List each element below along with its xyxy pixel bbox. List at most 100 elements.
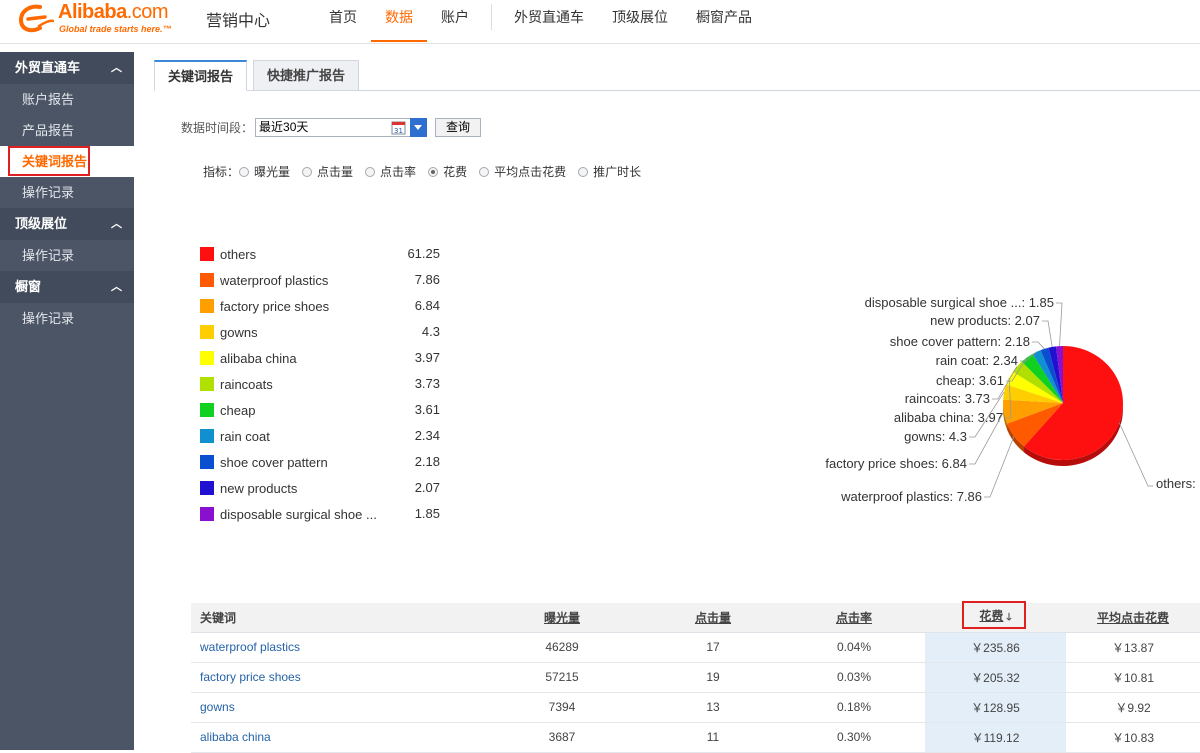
radio-icon[interactable] [578,166,589,177]
tab-quick-promotion-report[interactable]: 快捷推广报告 [253,60,360,91]
alibaba-logo[interactable]: Alibaba.com Global trade starts here.™ [14,1,184,41]
logo-slogan: Global trade starts here.™ [59,24,172,34]
pie-leader-line [1042,320,1053,347]
column-header-cost[interactable]: 花费 🡓 [925,601,1066,633]
logo-suffix: .com [126,1,169,23]
metric-option-label: 点击量 [317,165,354,179]
calendar-icon[interactable]: 31 [391,120,406,135]
legend-swatch [200,403,214,417]
legend-item[interactable]: cheap 3.61 [200,397,440,423]
sidebar-item-keyword-report[interactable]: 关键词报告 [0,146,134,177]
keyword-link[interactable]: waterproof plastics [191,632,481,663]
metric-option-label: 推广时长 [593,165,642,179]
legend-swatch [200,429,214,443]
column-header-clicks[interactable]: 点击量 [643,603,783,633]
legend-value: 61.25 [407,246,440,261]
dropdown-arrow-icon[interactable] [410,117,428,137]
keyword-link[interactable]: factory price shoes [191,662,481,693]
metric-radio-avg-cpc[interactable]: 平均点击花费 [479,163,566,180]
legend-item[interactable]: others 61.25 [200,241,440,267]
clicks-cell: 19 [643,662,783,693]
radio-icon[interactable] [239,166,250,177]
metric-radio-ctr[interactable]: 点击率 [365,163,416,180]
legend-swatch [200,299,214,313]
ctr-cell: 0.18% [783,692,925,723]
radio-icon[interactable] [428,166,439,177]
pie-data-label: disposable surgical shoe ...: 1.85 [865,295,1054,310]
sidebar-group-top-placement[interactable]: 顶级展位 ︿ [0,208,134,240]
keyword-link[interactable]: alibaba china [191,722,481,753]
legend-swatch [200,351,214,365]
metric-radio-clicks[interactable]: 点击量 [302,163,353,180]
chevron-up-icon[interactable]: ︿ [111,208,122,240]
nav-home[interactable]: 首页 [315,0,371,42]
sidebar-item-account-report[interactable]: 账户报告 [0,84,134,115]
table-header-row: 关键词 曝光量 点击量 点击率 花费 🡓 平均点击花费 [191,601,1200,633]
sidebar-item-product-report[interactable]: 产品报告 [0,115,134,146]
chart-legend: others 61.25 waterproof plastics 7.86 factor… [200,241,440,527]
date-range-select[interactable]: 最近30天 31 [255,117,428,137]
avg-cpc-cell: ￥9.92 [1066,692,1200,723]
legend-label: others [220,246,257,262]
date-filter: 数据时间段： 最近30天 31 查询 [181,117,482,137]
tab-keyword-report[interactable]: 关键词报告 [154,60,248,91]
legend-swatch [200,455,214,469]
legend-item[interactable]: rain coat 2.34 [200,423,440,449]
date-label: 数据时间段： [181,120,254,135]
date-range-value: 最近30天 [259,119,309,134]
table-row: waterproof plastics 46289 17 0.04% ￥235.86 ￥1… [191,632,1200,663]
legend-label: rain coat [220,428,270,444]
legend-item[interactable]: new products 2.07 [200,475,440,501]
column-header-avg-cpc[interactable]: 平均点击花费 [1066,603,1200,633]
radio-icon[interactable] [365,166,376,177]
cost-cell: ￥128.95 [925,692,1066,723]
legend-label: gowns [220,324,258,340]
nav-account[interactable]: 账户 [427,0,483,42]
legend-item[interactable]: shoe cover pattern 2.18 [200,449,440,475]
sidebar-group-p4p[interactable]: 外贸直通车 ︿ [0,52,134,84]
sidebar-item-operation-log[interactable]: 操作记录 [0,303,134,334]
legend-label: disposable surgical shoe ... [220,506,377,522]
chevron-up-icon[interactable]: ︿ [111,52,122,84]
metric-radio-duration[interactable]: 推广时长 [578,163,641,180]
sidebar-item-operation-log[interactable]: 操作记录 [0,177,134,208]
metric-option-label: 点击率 [380,165,417,179]
legend-item[interactable]: factory price shoes 6.84 [200,293,440,319]
column-header-impressions[interactable]: 曝光量 [481,603,643,633]
sidebar: 外贸直通车 ︿ 账户报告 产品报告 关键词报告 操作记录 顶级展位 ︿ 操作记录… [0,52,134,750]
sidebar-item-operation-log[interactable]: 操作记录 [0,240,134,271]
metric-radio-impressions[interactable]: 曝光量 [239,163,290,180]
nav-showcase[interactable]: 橱窗产品 [682,0,766,42]
legend-item[interactable]: alibaba china 3.97 [200,345,440,371]
ctr-cell: 0.30% [783,722,925,753]
nav-data[interactable]: 数据 [371,0,427,42]
svg-text:31: 31 [394,127,403,135]
query-button[interactable]: 查询 [435,117,482,137]
metric-selector: 指标： 曝光量 点击量 点击率 花费 平均点击花费 推广时长 [203,163,653,180]
chevron-up-icon[interactable]: ︿ [111,271,122,303]
column-header-ctr[interactable]: 点击率 [783,603,925,633]
metric-radio-cost[interactable]: 花费 [428,163,467,180]
legend-value: 2.18 [414,454,440,469]
sidebar-group-label: 外贸直通车 [15,60,81,75]
cost-cell: ￥205.32 [925,662,1066,693]
impressions-cell: 46289 [481,632,643,663]
legend-label: factory price shoes [220,298,330,314]
radio-icon[interactable] [479,166,490,177]
keyword-link[interactable]: gowns [191,692,481,723]
nav-top-placement[interactable]: 顶级展位 [598,0,682,42]
cost-cell: ￥119.12 [925,722,1066,753]
radio-icon[interactable] [302,166,313,177]
legend-item[interactable]: disposable surgical shoe ... 1.85 [200,501,440,527]
legend-item[interactable]: gowns 4.3 [200,319,440,345]
legend-item[interactable]: waterproof plastics 7.86 [200,267,440,293]
cost-cell: ￥235.86 [925,632,1066,663]
sidebar-group-showcase[interactable]: 橱窗 ︿ [0,271,134,303]
legend-label: new products [220,480,298,496]
alibaba-e-icon [18,4,54,33]
avg-cpc-cell: ￥10.83 [1066,722,1200,753]
logo-text: Alibaba [58,1,127,23]
nav-p4p[interactable]: 外贸直通车 [500,0,598,42]
pie-data-label: others: 61.25 [1156,476,1200,491]
legend-item[interactable]: raincoats 3.73 [200,371,440,397]
